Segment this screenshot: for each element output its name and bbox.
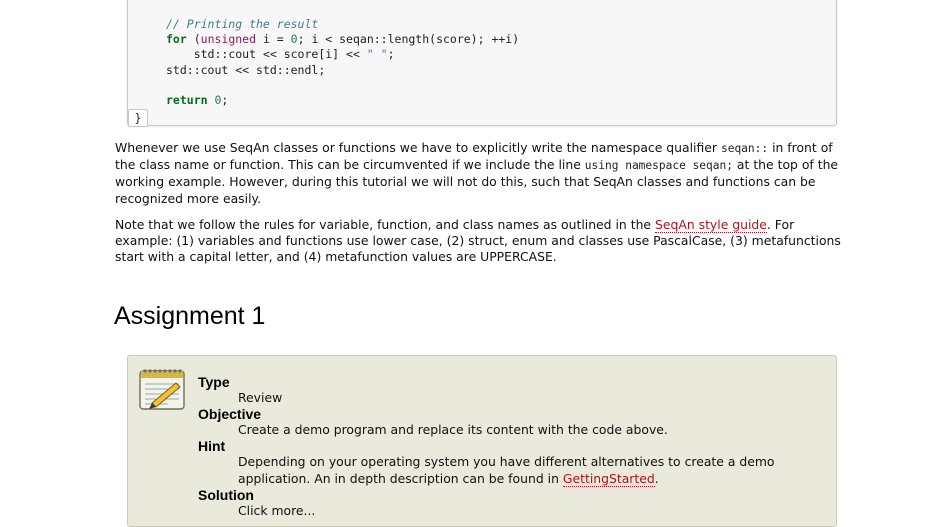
- inline-code-seqan: seqan::: [720, 142, 769, 155]
- assignment-details: Type Review Objective Create a demo prog…: [198, 374, 838, 519]
- objective-value: Create a demo program and replace its co…: [238, 422, 668, 438]
- code-line-endl: std::cout << std::endl;: [166, 63, 519, 78]
- paragraph-style-guide: Note that we follow the rules for variab…: [115, 217, 855, 266]
- notepad-icon: [139, 369, 185, 410]
- code-line-return: return 0;: [166, 92, 229, 107]
- hint-text-1: Depending on your operating system you h…: [238, 454, 775, 486]
- objective-label: Objective: [198, 406, 262, 423]
- type-label: Type: [198, 374, 230, 390]
- code-cout-score: std::cout << score[i] <<: [193, 47, 367, 62]
- code-comment: // Printing the result: [166, 17, 319, 31]
- getting-started-link[interactable]: GettingStarted: [562, 470, 655, 487]
- solution-toggle[interactable]: Click more...: [238, 503, 838, 519]
- code-number-return: 0: [214, 92, 222, 107]
- code-loop-condition: ; i < seqan::length(score); ++i): [297, 32, 520, 47]
- solution-label: Solution: [198, 486, 254, 503]
- code-line-comment: // Printing the result: [166, 17, 519, 32]
- code-keyword-return: return: [166, 92, 208, 107]
- hint-text-2: .: [654, 470, 659, 486]
- closing-brace: }: [128, 109, 148, 127]
- hint-value: Depending on your operating system you h…: [238, 454, 838, 487]
- code-string-space: " ": [366, 47, 388, 62]
- code-keyword-for: for: [166, 32, 187, 47]
- code-listing: // Printing the result for (unsigned i = …: [166, 17, 519, 108]
- code-loop-init: i =: [256, 32, 291, 47]
- code-cout-endl: std::cout << std::endl;: [166, 62, 326, 77]
- code-line-for: for (unsigned i = 0; i < seqan::length(s…: [166, 32, 520, 47]
- hint-label: Hint: [198, 438, 226, 455]
- code-semicolon: ;: [387, 47, 395, 62]
- code-type-unsigned: unsigned: [200, 32, 257, 47]
- code-number-zero: 0: [290, 32, 298, 47]
- assignment-heading: Assignment 1: [114, 302, 266, 330]
- para2-text-1: Note that we follow the rules for variab…: [115, 217, 655, 232]
- type-value: Review: [238, 390, 283, 405]
- inline-code-using-namespace: using namespace seqan;: [584, 159, 733, 173]
- para1-text-1: Whenever we use SeqAn classes or functio…: [115, 140, 721, 155]
- code-line-cout: std::cout << score[i] << " ";: [166, 47, 519, 62]
- paragraph-namespace: Whenever we use SeqAn classes or functio…: [115, 140, 855, 207]
- style-guide-link[interactable]: SeqAn style guide: [655, 217, 767, 233]
